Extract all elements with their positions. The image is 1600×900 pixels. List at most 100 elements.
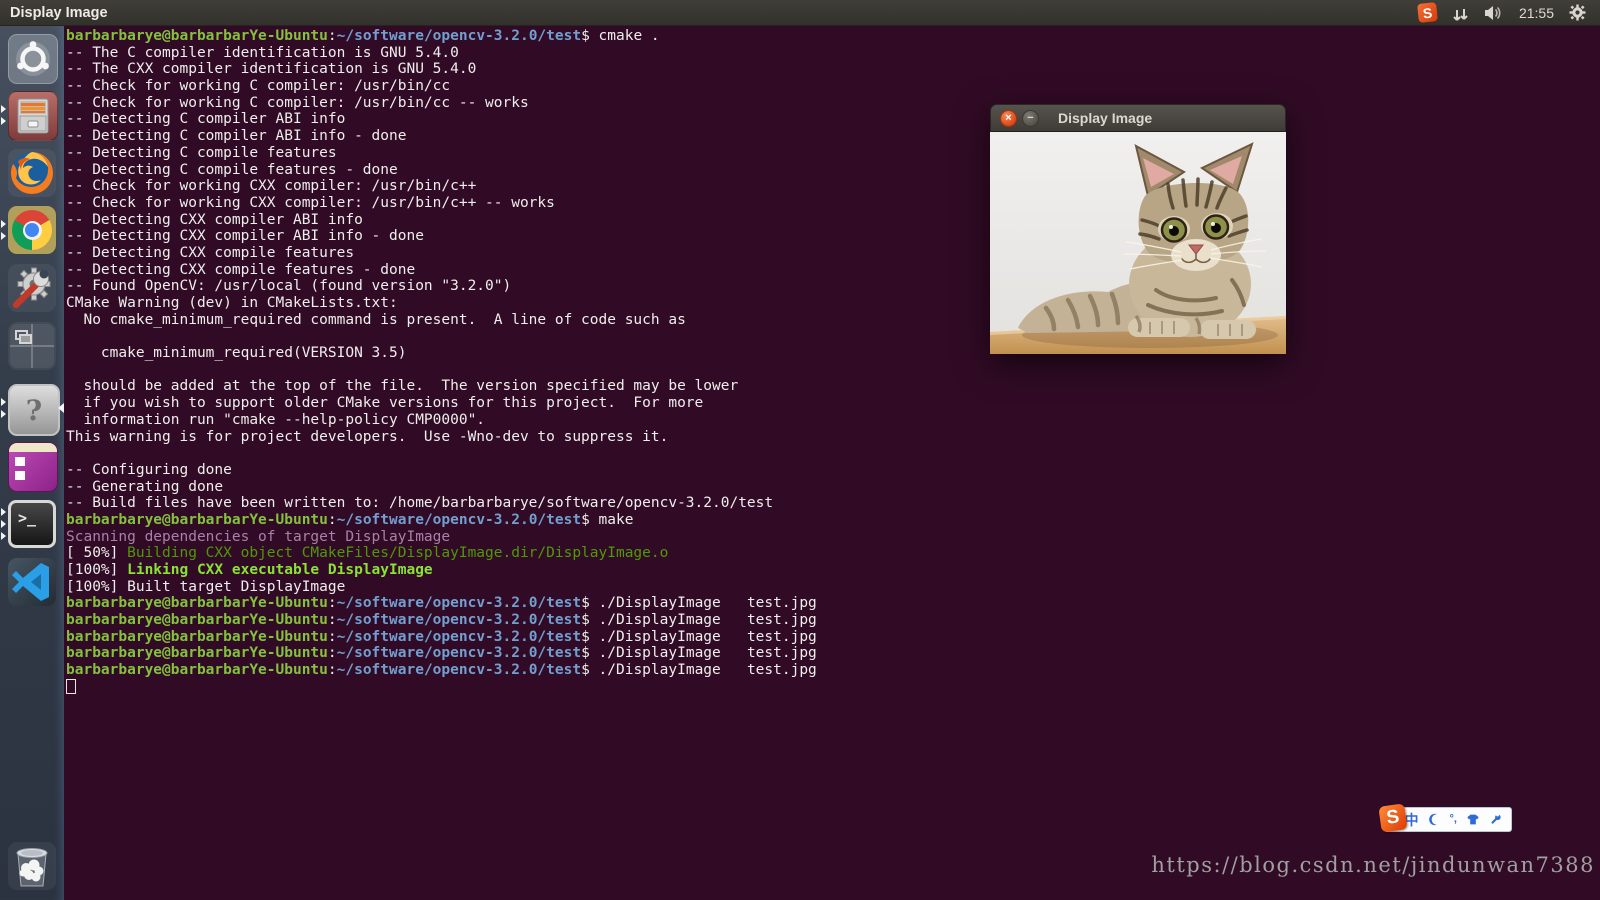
terminal-line: barbarbarye@barbarbarYe-Ubuntu:~/softwar… [66,662,1600,679]
terminal-line: -- Detecting C compiler ABI info - done [66,128,1600,145]
firefox-icon [8,149,56,197]
volume-icon[interactable] [1484,5,1504,21]
running-pip [1,508,6,516]
sogou-punctuation-button[interactable]: °, [1450,814,1457,825]
terminal-line [66,679,1600,696]
terminal-line [66,445,1600,462]
running-pip [1,520,6,528]
sogou-logo-icon[interactable]: S [1378,803,1407,832]
terminal-line: -- Detecting CXX compile features - done [66,262,1600,279]
vscode-icon [8,558,56,606]
terminal-line: [ 50%] Building CXX object CMakeFiles/Di… [66,545,1600,562]
launcher-item-terminal[interactable]: >_ [0,500,64,548]
terminal-line: barbarbarye@barbarbarYe-Ubuntu:~/softwar… [66,28,1600,45]
sogou-toolbar: S 中 °, [1384,807,1512,832]
running-pip [1,117,6,125]
question-glyph: ? [26,394,42,427]
terminal-line [66,362,1600,379]
purple-window-icon [8,442,58,492]
terminal-line: -- Detecting C compiler ABI info [66,111,1600,128]
terminal-line: -- Found OpenCV: /usr/local (found versi… [66,278,1600,295]
minimize-button[interactable]: − [1022,110,1039,127]
terminal-line: -- Check for working CXX compiler: /usr/… [66,195,1600,212]
terminal-line: -- Configuring done [66,462,1600,479]
chrome-icon [8,206,56,254]
cat-photo [990,132,1286,354]
system-tray: S 21:55 [1418,3,1600,22]
close-button[interactable]: × [1000,110,1017,127]
launcher-item-display-image[interactable]: ? [0,384,64,432]
clock[interactable]: 21:55 [1519,5,1554,21]
network-icon[interactable] [1452,5,1469,21]
terminal-line: barbarbarye@barbarbarYe-Ubuntu:~/softwar… [66,512,1600,529]
terminal-line: -- Detecting C compile features - done [66,162,1600,179]
files-icon [8,91,58,141]
terminal-line: -- Check for working CXX compiler: /usr/… [66,178,1600,195]
terminal-line: barbarbarye@barbarbarYe-Ubuntu:~/softwar… [66,595,1600,612]
sogou-fullmoon-icon[interactable] [1428,813,1441,826]
terminal-line: [100%] Linking CXX executable DisplayIma… [66,562,1600,579]
terminal-line: -- Build files have been written to: /ho… [66,495,1600,512]
unknown-app-icon: ? [8,384,60,436]
running-pip [1,410,6,418]
sogou-input-icon[interactable]: S [1417,2,1438,23]
focused-arrow [58,403,64,413]
prompt-glyph: >_ [18,509,36,527]
terminal-line: information run "cmake --help-policy CMP… [66,412,1600,429]
pips [1,105,6,125]
launcher-item-firefox[interactable] [0,149,64,197]
pips [1,220,6,240]
sogou-skin-icon[interactable] [1466,813,1480,826]
running-pip [1,105,6,113]
launcher-item-files[interactable] [0,91,64,139]
terminal-line: -- Detecting C compile features [66,145,1600,162]
terminal-line: -- The C compiler identification is GNU … [66,45,1600,62]
terminal-line: should be added at the top of the file. … [66,378,1600,395]
launcher-item-purple-app[interactable] [0,442,64,490]
terminal-line: -- Check for working C compiler: /usr/bi… [66,78,1600,95]
launcher-item-settings[interactable] [0,264,64,312]
running-pip [1,398,6,406]
trash-icon [8,842,56,890]
terminal-line: [100%] Built target DisplayImage [66,579,1600,596]
terminal-window[interactable]: barbarbarye@barbarbarYe-Ubuntu:~/softwar… [64,25,1600,900]
launcher-item-trash[interactable] [0,842,64,890]
top-panel: Display Image S 21:55 [0,0,1600,26]
launcher-item-workspaces[interactable] [0,322,64,370]
desktop: Display Image S 21:55 [0,0,1600,900]
launcher-item-chrome[interactable] [0,206,64,254]
terminal-line: if you wish to support older CMake versi… [66,395,1600,412]
unity-launcher: ? >_ [0,25,64,900]
terminal-line: This warning is for project developers. … [66,429,1600,446]
ubuntu-dash-icon [8,34,58,84]
terminal-line [66,328,1600,345]
terminal-icon: >_ [8,500,56,548]
terminal-line: CMake Warning (dev) in CMakeLists.txt: [66,295,1600,312]
terminal-line: Scanning dependencies of target DisplayI… [66,529,1600,546]
running-pip [1,220,6,228]
watermark-text: https://blog.csdn.net/jindunwan7388 [1151,853,1595,877]
window-title: Display Image [1058,110,1152,126]
terminal-line: No cmake_minimum_required command is pre… [66,312,1600,329]
terminal-line: cmake_minimum_required(VERSION 3.5) [66,345,1600,362]
terminal-line: barbarbarye@barbarbarYe-Ubuntu:~/softwar… [66,629,1600,646]
running-pip [1,532,6,540]
launcher-item-dash[interactable] [0,34,64,82]
terminal-line: -- Detecting CXX compiler ABI info [66,212,1600,229]
terminal-line: barbarbarye@barbarbarYe-Ubuntu:~/softwar… [66,645,1600,662]
pips [1,508,6,540]
pips [1,398,6,418]
running-pip [1,232,6,240]
sogou-wrench-icon[interactable] [1489,813,1502,826]
panel-window-title: Display Image [0,5,108,21]
launcher-item-vscode[interactable] [0,558,64,606]
terminal-line: barbarbarye@barbarbarYe-Ubuntu:~/softwar… [66,612,1600,629]
window-titlebar[interactable]: × − Display Image [990,104,1286,132]
terminal-line: -- Detecting CXX compiler ABI info - don… [66,228,1600,245]
system-settings-icon [8,264,56,312]
display-image-window: × − Display Image [990,104,1286,354]
session-gear-icon[interactable] [1569,4,1586,21]
terminal-line: -- Check for working C compiler: /usr/bi… [66,95,1600,112]
terminal-output: barbarbarye@barbarbarYe-Ubuntu:~/softwar… [66,28,1600,696]
terminal-line: -- The CXX compiler identification is GN… [66,61,1600,78]
